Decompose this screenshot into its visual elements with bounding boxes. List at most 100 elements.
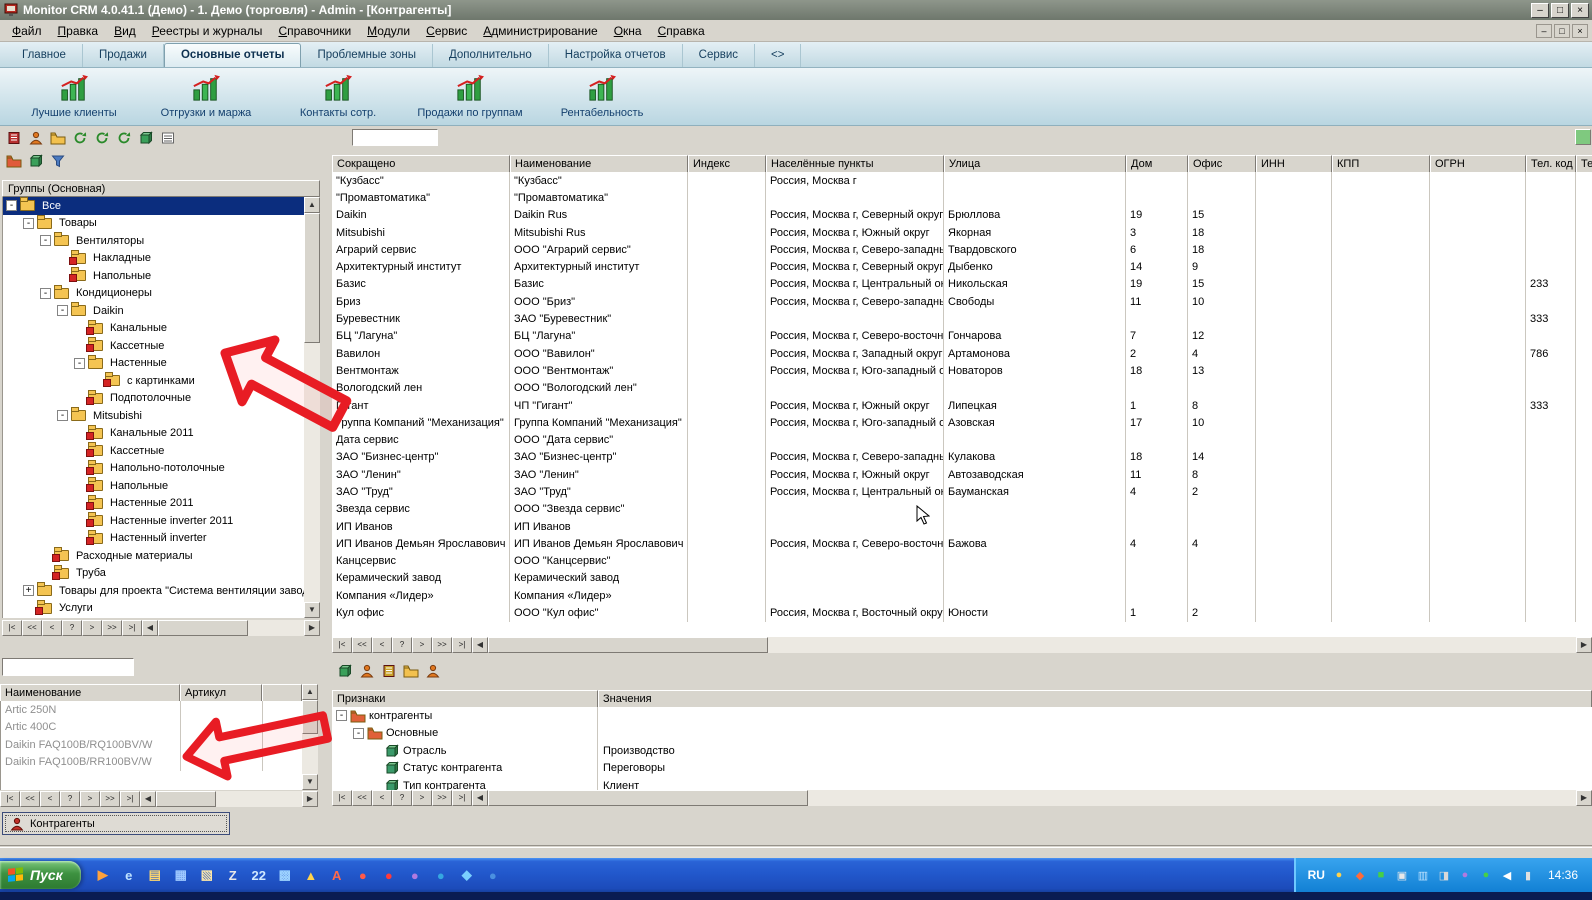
archive-icon[interactable]: Z: [221, 863, 245, 887]
contact-person-icon[interactable]: [358, 662, 376, 680]
nav-button[interactable]: <<: [352, 637, 372, 653]
tree-node[interactable]: -Все: [3, 197, 304, 215]
scrollbar-thumb[interactable]: [488, 637, 768, 653]
catalog-icon[interactable]: [402, 662, 420, 680]
table-row[interactable]: Звезда сервисООО "Звезда сервис": [332, 501, 1592, 518]
column-header[interactable]: Сокращено: [332, 155, 510, 173]
menu-item[interactable]: Администрирование: [475, 21, 605, 41]
update-tray-icon[interactable]: ●: [1331, 867, 1347, 883]
tab-active[interactable]: Основные отчеты: [164, 43, 301, 67]
scroll-left-icon[interactable]: ◀: [472, 637, 488, 653]
antivirus-tray-icon[interactable]: ■: [1373, 867, 1389, 883]
tree-node[interactable]: Напольные: [3, 267, 304, 285]
attribute-row[interactable]: -контрагенты: [332, 707, 1592, 725]
nav-button[interactable]: |<: [332, 637, 352, 653]
column-header[interactable]: Улица: [944, 155, 1126, 173]
nav-button[interactable]: ?: [392, 790, 412, 806]
table-row[interactable]: БЦ "Лагуна"БЦ "Лагуна"Россия, Москва г, …: [332, 328, 1592, 345]
nav-button[interactable]: >: [412, 790, 432, 806]
table-row[interactable]: ИП ИвановИП Иванов: [332, 518, 1592, 535]
column-header[interactable]: ОГРН: [1430, 155, 1526, 173]
tree-node[interactable]: -Товары: [3, 215, 304, 233]
scroll-down-icon[interactable]: ▼: [304, 602, 320, 618]
tree-node[interactable]: Настенные 2011: [3, 495, 304, 513]
table-row[interactable]: DaikinDaikin RusРоссия, Москва г, Северн…: [332, 207, 1592, 224]
attribute-row[interactable]: Тип контрагентаКлиент: [332, 777, 1592, 790]
menu-item[interactable]: Сервис: [418, 21, 475, 41]
pen-tray-icon[interactable]: ▮: [1520, 867, 1536, 883]
nav-button[interactable]: >|: [452, 637, 472, 653]
menu-item[interactable]: Файл: [4, 21, 50, 41]
folder-icon[interactable]: ▤: [143, 863, 167, 887]
column-header[interactable]: Наименование: [0, 684, 180, 702]
tab-item[interactable]: Сервис: [683, 44, 755, 67]
nav-button[interactable]: >|: [452, 790, 472, 806]
report-button[interactable]: Рентабельность: [540, 71, 664, 123]
column-header[interactable]: Тел. код: [1526, 155, 1576, 173]
scroll-right-icon[interactable]: ▶: [1576, 637, 1592, 653]
tree-node[interactable]: +Товары для проекта "Система вентиляции …: [3, 582, 304, 600]
update-all-icon[interactable]: [115, 129, 133, 147]
attribute-row[interactable]: ОтрасльПроизводство: [332, 742, 1592, 760]
tab-item[interactable]: Продажи: [83, 44, 164, 67]
scrollbar-track[interactable]: [488, 637, 1576, 653]
column-header[interactable]: КПП: [1332, 155, 1430, 173]
calendar-icon[interactable]: 22: [247, 863, 271, 887]
table-row[interactable]: Компания «Лидер»Компания «Лидер»: [332, 587, 1592, 604]
scrollbar-track[interactable]: [158, 620, 304, 636]
minimize-button[interactable]: –: [1531, 3, 1549, 18]
table-row[interactable]: Вологодский ленООО "Вологодский лен": [332, 380, 1592, 397]
nav-button[interactable]: >>: [102, 620, 122, 636]
table-row[interactable]: КанцсервисООО "Канцсервис": [332, 553, 1592, 570]
product-search-input[interactable]: [2, 658, 134, 676]
tree-node[interactable]: Труба: [3, 565, 304, 583]
menu-item[interactable]: Справка: [650, 21, 713, 41]
network-tray-icon[interactable]: ▥: [1415, 867, 1431, 883]
attribute-row[interactable]: -Основные: [332, 725, 1592, 743]
column-header[interactable]: Офис: [1188, 155, 1256, 173]
table-row[interactable]: ВентмонтажООО "Вентмонтаж"Россия, Москва…: [332, 362, 1592, 379]
table-row[interactable]: ИП Иванов Демьян ЯрославовичИП Иванов Де…: [332, 535, 1592, 552]
grid-filter-input[interactable]: [352, 129, 438, 146]
nav-button[interactable]: ?: [62, 620, 82, 636]
tree-node[interactable]: Накладные: [3, 250, 304, 268]
mdi-close-button[interactable]: ×: [1572, 24, 1588, 38]
volume-tray-icon[interactable]: ◀: [1499, 867, 1515, 883]
person-icon[interactable]: [424, 662, 442, 680]
expand-toggle-icon[interactable]: -: [353, 728, 364, 739]
table-row[interactable]: Кул офисООО "Кул офис"Россия, Москва г, …: [332, 604, 1592, 621]
status-green-tray-icon[interactable]: ●: [1478, 867, 1494, 883]
menu-item[interactable]: Окна: [606, 21, 650, 41]
tree-node[interactable]: Настенный inverter: [3, 530, 304, 548]
scrollbar-track[interactable]: [488, 790, 1576, 806]
nav-button[interactable]: <<: [22, 620, 42, 636]
scrollbar-thumb[interactable]: [158, 620, 248, 636]
table-row[interactable]: Архитектурный институтАрхитектурный инст…: [332, 258, 1592, 275]
scrollbar-track[interactable]: [156, 791, 302, 807]
summary-report-icon[interactable]: [5, 129, 23, 147]
start-button[interactable]: Пуск: [0, 861, 81, 889]
ide-icon[interactable]: ◆: [455, 863, 479, 887]
menu-item[interactable]: Вид: [106, 21, 144, 41]
mdi-restore-button[interactable]: □: [1554, 24, 1570, 38]
nav-button[interactable]: |<: [0, 791, 20, 807]
expand-toggle-icon[interactable]: -: [57, 305, 68, 316]
maximize-button[interactable]: □: [1551, 3, 1569, 18]
expand-toggle-icon[interactable]: -: [74, 358, 85, 369]
scroll-left-icon[interactable]: ◀: [472, 790, 488, 806]
scroll-left-icon[interactable]: ◀: [142, 620, 158, 636]
nav-button[interactable]: <: [42, 620, 62, 636]
report-button[interactable]: Отгрузки и маржа: [144, 71, 268, 123]
list-settings-icon[interactable]: [159, 129, 177, 147]
tab-item[interactable]: Главное: [6, 44, 83, 67]
tree-node[interactable]: Расходные материалы: [3, 547, 304, 565]
menu-item[interactable]: Справочники: [270, 21, 359, 41]
table-row[interactable]: Группа Компаний "Механизация"Группа Комп…: [332, 414, 1592, 431]
shield-tray-icon[interactable]: ◆: [1352, 867, 1368, 883]
column-header[interactable]: Дом: [1126, 155, 1188, 173]
nav-button[interactable]: ?: [60, 791, 80, 807]
tree-node[interactable]: Услуги: [3, 600, 304, 618]
table-row[interactable]: Дата сервисООО "Дата сервис": [332, 431, 1592, 448]
nav-button[interactable]: |<: [332, 790, 352, 806]
column-header[interactable]: Те: [1576, 155, 1592, 173]
